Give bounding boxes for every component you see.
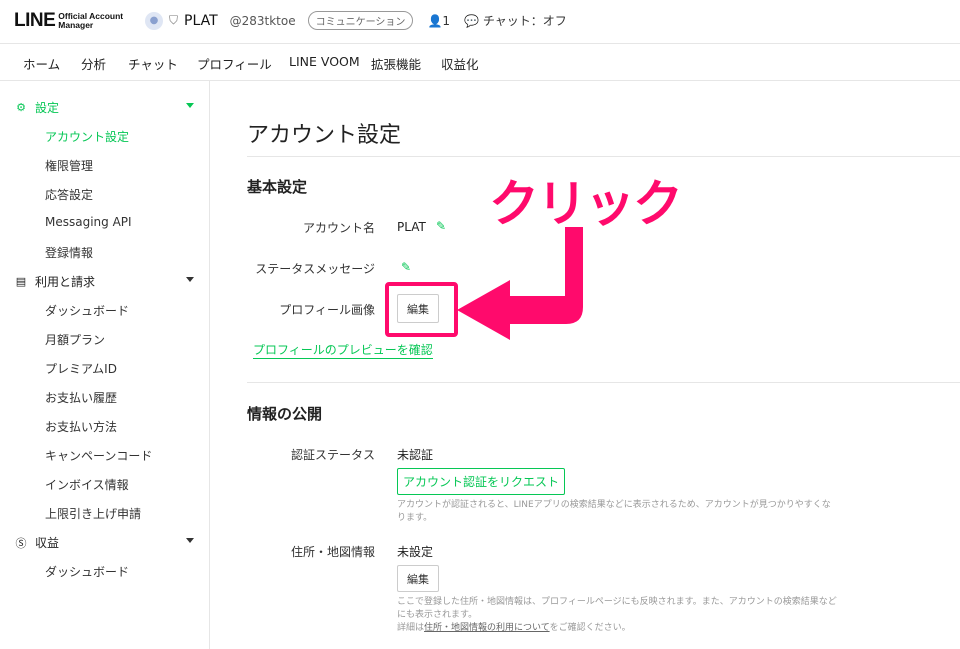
pencil-icon[interactable]: ✎ <box>401 260 411 274</box>
nav-chat[interactable]: チャット <box>128 54 178 73</box>
people-icon: 👤 <box>427 13 443 28</box>
chevron-down-icon <box>186 103 194 108</box>
address-note-detail: 詳細は住所・地図情報の利用についてをご確認ください。 <box>397 622 837 635</box>
top-header: LINE Official Account Manager ● ⛉ PLAT @… <box>0 0 960 44</box>
sidebar-item-dashboard[interactable]: ダッシュボード <box>45 302 129 319</box>
sidebar-item-payment-method[interactable]: お支払い方法 <box>45 418 117 435</box>
nav-extensions[interactable]: 拡張機能 <box>371 54 421 73</box>
sidebar-item-monthly-plan[interactable]: 月額プラン <box>45 331 105 348</box>
line-oa-logo[interactable]: LINE Official Account Manager <box>14 10 128 32</box>
address-label: 住所・地図情報 <box>290 545 375 559</box>
chat-bubble-icon: 💬 <box>464 14 479 28</box>
coin-icon: Ⓢ <box>15 536 27 550</box>
nav-monetization[interactable]: 収益化 <box>441 54 479 73</box>
sidebar-item-revenue-dashboard[interactable]: ダッシュボード <box>45 563 129 580</box>
sidebar-item-invoice[interactable]: インボイス情報 <box>45 476 129 493</box>
note-prefix: 詳細は <box>397 623 425 633</box>
avatar: ● <box>145 11 163 30</box>
address-edit-button[interactable]: 編集 <box>397 565 439 592</box>
logo-line-text: LINE <box>14 10 56 31</box>
sidebar-section-label: 収益 <box>35 536 60 550</box>
sidebar-item-response[interactable]: 応答設定 <box>45 186 93 203</box>
divider <box>247 156 960 157</box>
status-message-label: ステータスメッセージ <box>255 262 375 276</box>
section-heading-basic: 基本設定 <box>247 178 308 196</box>
profile-preview-link[interactable]: プロフィールのプレビューを確認 <box>253 343 433 359</box>
logo-sub-text: Official Account Manager <box>58 11 124 30</box>
sidebar-item-limit-increase[interactable]: 上限引き上げ申請 <box>45 505 141 522</box>
address-value: 未設定 <box>397 545 434 559</box>
account-switcher[interactable]: ● ⛉ PLAT @283tktoe コミュニケーション 👤1 💬 チャット：オ… <box>145 11 567 30</box>
sidebar-section-settings[interactable]: ⚙ 設定 <box>14 99 194 116</box>
sidebar: ⚙ 設定 アカウント設定 権限管理 応答設定 Messaging API 登録情… <box>0 81 210 649</box>
sidebar-item-messaging-api[interactable]: Messaging API <box>45 215 132 229</box>
account-id: @283tktoe <box>229 13 296 28</box>
account-name-label: アカウント名 <box>302 221 375 235</box>
note-suffix: をご確認ください。 <box>549 623 631 633</box>
sidebar-item-account-settings[interactable]: アカウント設定 <box>45 128 129 145</box>
member-count[interactable]: 👤1 <box>427 14 450 28</box>
chat-status-text: チャット：オフ <box>482 14 567 28</box>
sidebar-item-registration[interactable]: 登録情報 <box>45 244 93 261</box>
profile-image-label: プロフィール画像 <box>279 303 375 317</box>
sidebar-section-revenue[interactable]: Ⓢ 収益 <box>14 534 194 551</box>
pencil-icon[interactable]: ✎ <box>436 219 446 233</box>
request-verification-button[interactable]: アカウント認証をリクエスト <box>397 468 565 495</box>
click-highlight-box <box>385 282 458 337</box>
sidebar-item-payment-history[interactable]: お支払い履歴 <box>45 389 117 406</box>
verify-status-value: 未認証 <box>397 448 434 462</box>
page-title: アカウント設定 <box>247 123 402 148</box>
nav-home[interactable]: ホーム <box>23 54 60 73</box>
sidebar-section-label: 設定 <box>35 101 60 115</box>
verify-status-label: 認証ステータス <box>290 448 375 462</box>
sidebar-item-premium-id[interactable]: プレミアムID <box>45 360 117 377</box>
sidebar-item-permissions[interactable]: 権限管理 <box>45 157 93 174</box>
sidebar-section-billing[interactable]: ▤ 利用と請求 <box>14 273 194 290</box>
nav-line-voom[interactable]: LINE VOOM <box>289 54 360 69</box>
nav-analytics[interactable]: 分析 <box>81 54 106 73</box>
chevron-down-icon <box>186 538 194 543</box>
document-icon: ▤ <box>15 275 27 288</box>
section-heading-public: 情報の公開 <box>247 405 323 423</box>
arrow-icon <box>457 227 583 340</box>
nav-profile[interactable]: プロフィール <box>197 54 272 73</box>
chevron-down-icon <box>186 277 194 282</box>
divider <box>247 382 960 383</box>
account-name-value: PLAT <box>397 220 426 234</box>
gear-icon: ⚙ <box>16 101 26 114</box>
address-note: ここで登録した住所・地図情報は、プロフィールページにも反映されます。また、アカウ… <box>397 597 837 620</box>
verify-note: アカウントが認証されると、LINEアプリの検索結果などに表示されるため、アカウン… <box>397 500 831 523</box>
account-name: PLAT <box>184 12 218 29</box>
address-usage-link[interactable]: 住所・地図情報の利用について <box>424 623 550 633</box>
sidebar-section-label: 利用と請求 <box>35 275 96 289</box>
chat-status[interactable]: 💬 チャット：オフ <box>464 12 567 29</box>
account-type-badge: コミュニケーション <box>307 11 414 30</box>
shield-icon: ⛉ <box>169 13 179 27</box>
sidebar-item-campaign-code[interactable]: キャンペーンコード <box>45 447 152 464</box>
member-count-value: 1 <box>442 13 451 28</box>
main-nav: ホーム 分析 チャット プロフィール LINE VOOM 拡張機能 収益化 <box>0 44 960 81</box>
